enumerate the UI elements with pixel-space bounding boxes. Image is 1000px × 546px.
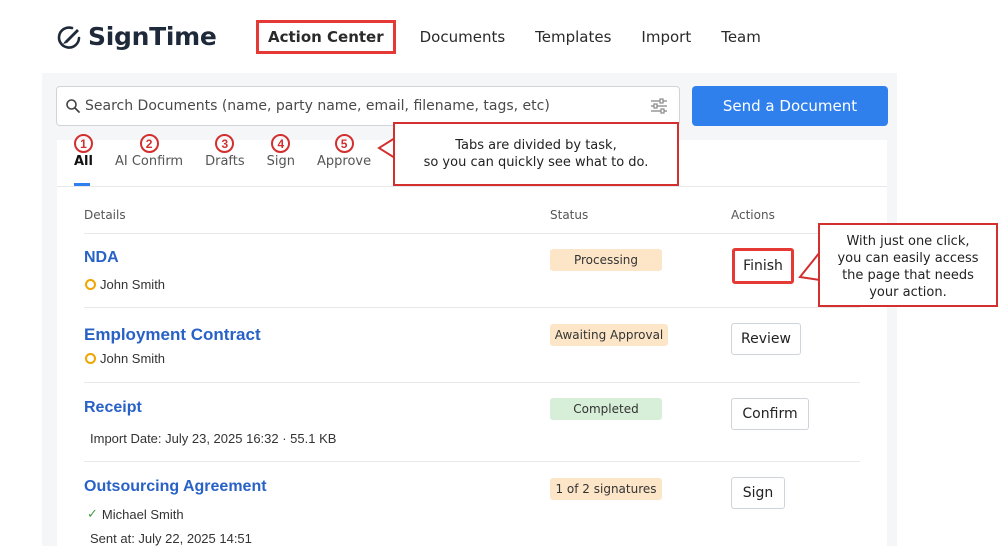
signature-pen-icon — [57, 25, 81, 49]
nav-templates[interactable]: Templates — [523, 20, 623, 54]
tab-number-badge: 1 — [74, 134, 93, 153]
status-badge: Processing — [550, 249, 662, 271]
tab-number-badge: 2 — [139, 134, 159, 153]
tab-number-badge: 5 — [334, 134, 354, 153]
callout-line: With just one click, — [846, 234, 970, 249]
status-badge: 1 of 2 signatures — [550, 478, 662, 500]
tab-label: Drafts — [205, 154, 245, 169]
callout-line: the page that needs — [842, 268, 974, 283]
nav-documents[interactable]: Documents — [408, 20, 518, 54]
tab-label: AI Confirm — [115, 154, 184, 169]
confirm-button[interactable]: Confirm — [731, 398, 809, 430]
tab-label: Sign — [266, 154, 296, 169]
party-info: John Smith — [85, 351, 165, 366]
party-info: ✓ Michael Smith — [87, 506, 184, 522]
party-info: John Smith — [85, 277, 165, 292]
nav-team[interactable]: Team — [709, 20, 773, 54]
column-header-details: Details — [84, 208, 126, 222]
brand-logo[interactable]: SignTime — [56, 22, 217, 51]
tab-approve[interactable]: 5 Approve — [317, 134, 371, 169]
import-meta: Import Date: July 23, 2025 16:32 · 55.1 … — [90, 431, 337, 446]
callout-line: so you can quickly see what to do. — [423, 155, 649, 170]
checkmark-icon: ✓ — [87, 506, 98, 521]
tab-all[interactable]: 1 All — [74, 134, 93, 169]
tabs-callout: Tabs are divided by task, so you can qui… — [393, 122, 679, 186]
main-nav: Action Center Documents Templates Import… — [256, 20, 779, 54]
nav-import[interactable]: Import — [629, 20, 703, 54]
filter-sliders-icon[interactable] — [649, 97, 669, 115]
pending-circle-icon — [85, 279, 96, 290]
party-name: John Smith — [100, 277, 166, 292]
callout-line: Tabs are divided by task, — [455, 138, 617, 153]
row-divider — [84, 233, 860, 234]
callout-line: you can easily access — [837, 251, 979, 266]
party-name: Michael Smith — [101, 506, 184, 522]
row-divider — [84, 461, 860, 462]
column-header-actions: Actions — [731, 208, 775, 222]
search-input[interactable] — [85, 98, 649, 114]
document-title-link[interactable]: NDA — [84, 249, 119, 267]
tab-number-badge: 3 — [215, 134, 235, 153]
row-divider — [84, 382, 860, 383]
top-bar: SignTime Action Center Documents Templat… — [0, 0, 1000, 72]
search-icon — [66, 99, 80, 113]
tab-ai-confirm[interactable]: 2 AI Confirm — [115, 134, 183, 169]
column-header-status: Status — [550, 208, 589, 222]
finish-button[interactable]: Finish — [732, 248, 794, 284]
status-badge: Awaiting Approval — [550, 324, 668, 346]
pending-circle-icon — [85, 353, 96, 364]
tab-label: Approve — [317, 154, 372, 169]
sent-meta: Sent at: July 22, 2025 14:51 — [90, 531, 252, 546]
send-document-button[interactable]: Send a Document — [692, 86, 888, 126]
task-tabs: 1 All 2 AI Confirm 3 Drafts 4 Sign 5 App… — [74, 134, 393, 169]
tabs-divider — [57, 186, 887, 187]
search-box[interactable] — [56, 86, 680, 126]
actions-callout: With just one click, you can easily acce… — [818, 223, 998, 307]
review-button[interactable]: Review — [731, 323, 801, 355]
status-badge: Completed — [550, 398, 662, 420]
document-title-link[interactable]: Outsourcing Agreement — [84, 478, 267, 496]
document-title-link[interactable]: Employment Contract — [84, 325, 261, 345]
sign-button[interactable]: Sign — [731, 477, 785, 509]
party-name: John Smith — [100, 351, 166, 366]
brand-name: SignTime — [88, 22, 217, 51]
callout-line: your action. — [869, 285, 947, 300]
document-title-link[interactable]: Receipt — [84, 399, 142, 417]
tab-drafts[interactable]: 3 Drafts — [205, 134, 245, 169]
row-divider — [84, 307, 860, 308]
tab-label: All — [74, 154, 93, 169]
nav-action-center[interactable]: Action Center — [256, 20, 396, 54]
tab-number-badge: 4 — [271, 134, 291, 153]
tab-sign[interactable]: 4 Sign — [267, 134, 295, 169]
